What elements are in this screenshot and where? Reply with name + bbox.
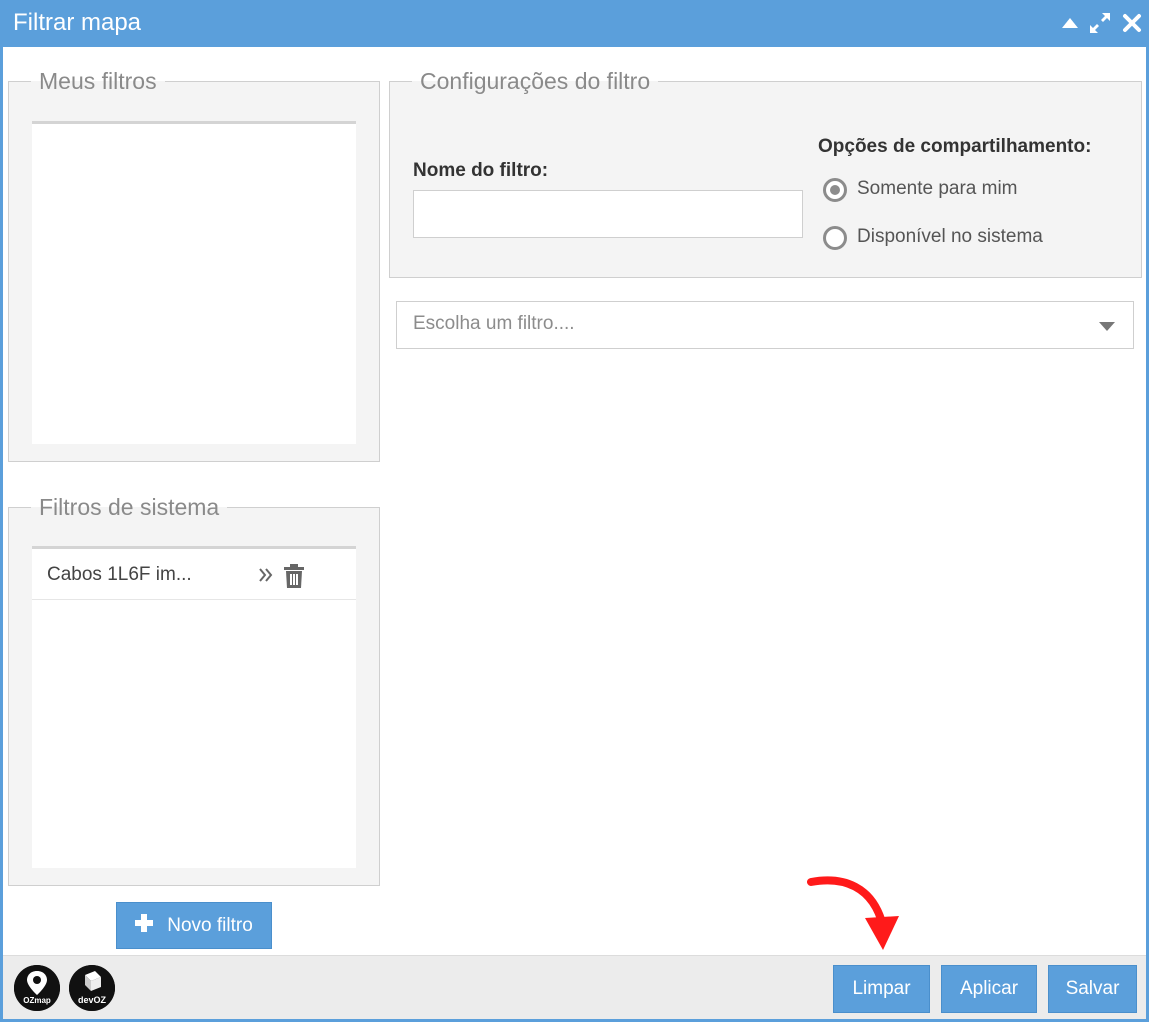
select-placeholder: Escolha um filtro.... (413, 313, 575, 334)
radio-checked-icon[interactable] (823, 178, 847, 202)
filter-map-dialog: Filtrar mapa Meus filtros Filtros de sis… (0, 0, 1149, 1022)
sharing-options-label: Opções de compartilhamento: (818, 136, 1092, 157)
filter-name-label: Nome do filtro: (413, 160, 549, 181)
collapse-icon[interactable] (1057, 8, 1083, 38)
ozmap-logo-text: OZmap (23, 996, 51, 1005)
new-filter-label: Novo filtro (167, 914, 253, 936)
save-button[interactable]: Salvar (1048, 965, 1137, 1013)
expand-icon[interactable] (1087, 8, 1113, 38)
dialog-title: Filtrar mapa (13, 9, 142, 36)
new-filter-button[interactable]: Novo filtro (116, 902, 272, 949)
dialog-titlebar[interactable]: Filtrar mapa (3, 0, 1149, 47)
devoz-logo: devOZ (69, 965, 115, 1011)
trash-icon[interactable] (283, 564, 305, 593)
my-filters-legend: Meus filtros (39, 68, 157, 94)
ozmap-logo: OZmap (14, 965, 60, 1011)
clear-button[interactable]: Limpar (833, 965, 930, 1013)
close-icon[interactable] (1119, 8, 1145, 38)
system-filters-legend: Filtros de sistema (39, 494, 220, 520)
sharing-option-label: Disponível no sistema (857, 226, 1043, 247)
apply-button[interactable]: Aplicar (941, 965, 1037, 1013)
devoz-logo-text: devOZ (77, 995, 106, 1005)
double-chevron-right-icon[interactable] (258, 567, 274, 588)
chevron-down-icon (1099, 322, 1115, 331)
filter-name-input[interactable] (413, 190, 803, 238)
list-item[interactable]: Cabos 1L6F im... (32, 549, 356, 600)
choose-filter-select[interactable]: Escolha um filtro.... (396, 301, 1134, 349)
sharing-option-label: Somente para mim (857, 178, 1018, 199)
dialog-footer: OZmap devOZ Limpar Aplicar Salvar (3, 955, 1146, 1019)
sharing-option-only-me[interactable]: Somente para mim (823, 176, 1083, 206)
plus-icon (135, 913, 154, 938)
system-filters-list: Cabos 1L6F im... (32, 546, 356, 868)
filter-config-legend: Configurações do filtro (420, 68, 651, 94)
list-item-label: Cabos 1L6F im... (47, 564, 192, 585)
my-filters-list[interactable] (32, 121, 356, 444)
annotation-arrow-icon (807, 876, 899, 950)
radio-unchecked-icon[interactable] (823, 226, 847, 250)
sharing-option-system[interactable]: Disponível no sistema (823, 224, 1083, 254)
